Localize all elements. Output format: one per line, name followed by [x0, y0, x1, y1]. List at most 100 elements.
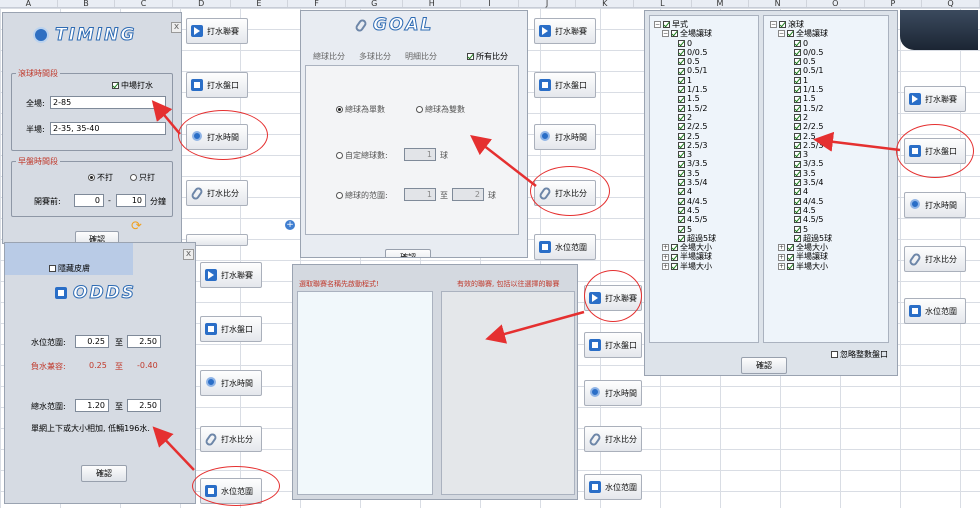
total-to-input[interactable]: 2.50 — [127, 399, 161, 412]
ratio-button-5[interactable]: 打水比分 — [584, 426, 642, 452]
range-button-5[interactable]: 水位范圍 — [584, 474, 642, 500]
tab-detail-score[interactable]: 明細比分 — [405, 51, 437, 62]
league-button[interactable]: 打水聯賽 — [186, 18, 248, 44]
tree-leaf[interactable]: 0.5/1 — [654, 66, 716, 75]
tree-leaf[interactable]: 5 — [770, 225, 832, 234]
goal-ok-button[interactable]: 確認 — [385, 249, 431, 257]
range-button-2[interactable]: 水位范圍 — [534, 234, 596, 260]
tree-leaf[interactable]: 0.5/1 — [770, 66, 832, 75]
tree-leaf[interactable]: 0.5 — [654, 57, 716, 66]
tree-leaf[interactable]: 0 — [654, 39, 716, 48]
tree-leaf[interactable]: 3/3.5 — [654, 159, 716, 168]
tree-leaf[interactable]: 4/4.5 — [654, 197, 716, 206]
tree-leaf[interactable]: 2 — [770, 113, 832, 122]
before-to-input[interactable]: 10 — [116, 194, 146, 207]
custom-ball-input[interactable]: 1 — [404, 148, 436, 161]
all-score-checkbox[interactable]: 所有比分 — [467, 51, 508, 62]
tree-leaf[interactable]: 超過5球 — [770, 234, 832, 243]
tree-leaf[interactable]: 3 — [654, 150, 716, 159]
tree-leaf[interactable]: 2/2.5 — [654, 122, 716, 131]
halftime-checkbox[interactable]: 中場打水 — [112, 80, 153, 91]
tree-leaf[interactable]: 3 — [770, 150, 832, 159]
tree-node[interactable]: + 半場讓球 — [654, 252, 716, 261]
tree-leaf[interactable]: 1.5 — [770, 94, 832, 103]
tree-leaf[interactable]: 0 — [770, 39, 832, 48]
league-button-2[interactable]: 打水聯賽 — [534, 18, 596, 44]
tree-leaf[interactable]: 1.5 — [654, 94, 716, 103]
tree-leaf[interactable]: 4.5/5 — [654, 215, 716, 224]
tree-leaf[interactable]: 1/1.5 — [770, 85, 832, 94]
even-radio[interactable]: 總球為雙數 — [416, 104, 465, 115]
tree-node[interactable]: + 半場大小 — [770, 262, 832, 271]
league-source-list[interactable] — [297, 291, 433, 495]
time-button-4[interactable]: 打水時間 — [200, 370, 262, 396]
tree-leaf[interactable]: 2 — [654, 113, 716, 122]
expand-icon[interactable]: + — [662, 262, 669, 270]
time-button-2[interactable]: 打水時間 — [534, 124, 596, 150]
tree-leaf[interactable]: 4 — [770, 187, 832, 196]
handicap-button[interactable]: 打水盤口 — [186, 72, 248, 98]
handicap-button-2[interactable]: 打水盤口 — [534, 72, 596, 98]
tree-leaf[interactable]: 4.5/5 — [770, 215, 832, 224]
half-time-input[interactable]: 2-35, 35-40 — [50, 122, 166, 135]
tree-leaf[interactable]: 1 — [770, 76, 832, 85]
range-radio[interactable]: 總球的范圍: — [336, 190, 388, 201]
collapse-icon[interactable]: − — [778, 30, 785, 38]
odds-ok-button[interactable]: 確認 — [81, 465, 127, 482]
ratio-button-4[interactable]: 打水比分 — [200, 426, 262, 452]
time-button-3[interactable]: 打水時間 — [904, 192, 966, 218]
water-to-input[interactable]: 2.50 — [127, 335, 161, 348]
expand-icon[interactable]: + — [662, 253, 669, 261]
tree-leaf[interactable]: 4 — [654, 187, 716, 196]
league-button-4[interactable]: 打水聯賽 — [200, 262, 262, 288]
tree-leaf[interactable]: 1 — [654, 76, 716, 85]
tree-leaf[interactable]: 2.5/3 — [770, 141, 832, 150]
full-time-input[interactable]: 2-85 — [50, 96, 166, 109]
tree-node[interactable]: + 半場大小 — [654, 262, 716, 271]
close-icon[interactable]: x — [183, 249, 194, 260]
tab-multi-score[interactable]: 多球比分 — [359, 51, 391, 62]
tree-leaf[interactable]: 0/0.5 — [770, 48, 832, 57]
odd-radio[interactable]: 總球為單數 — [336, 104, 385, 115]
water-from-input[interactable]: 0.25 — [75, 335, 109, 348]
ignore-integer-checkbox[interactable]: 忽略整數盤口 — [831, 349, 888, 360]
ratio-button[interactable]: 打水比分 — [186, 180, 248, 206]
league-button-3[interactable]: 打水聯賽 — [904, 86, 966, 112]
tree-leaf[interactable]: 2.5/3 — [654, 141, 716, 150]
total-from-input[interactable]: 1.20 — [75, 399, 109, 412]
tree-leaf[interactable]: 1.5/2 — [654, 104, 716, 113]
handicap-button-4[interactable]: 打水盤口 — [200, 316, 262, 342]
tree-leaf[interactable]: 2.5 — [654, 132, 716, 141]
collapse-icon[interactable]: − — [654, 21, 661, 29]
custom-radio[interactable]: 自定總球數: — [336, 150, 388, 161]
collapse-icon[interactable]: − — [662, 30, 669, 38]
tree-root[interactable]: − 早式 — [654, 20, 716, 29]
range-from-input[interactable]: 1 — [404, 188, 436, 201]
close-icon[interactable]: x — [171, 22, 181, 33]
league-selected-list[interactable] — [441, 291, 575, 495]
tree-leaf[interactable]: 3.5/4 — [770, 178, 832, 187]
time-button-5[interactable]: 打水時間 — [584, 380, 642, 406]
tree-leaf[interactable]: 4.5 — [654, 206, 716, 215]
tree-leaf[interactable]: 1/1.5 — [654, 85, 716, 94]
tree-leaf[interactable]: 2.5 — [770, 132, 832, 141]
tree-leaf[interactable]: 0/0.5 — [654, 48, 716, 57]
only-bet-radio[interactable]: 只打 — [130, 172, 155, 183]
tree-leaf[interactable]: 4/4.5 — [770, 197, 832, 206]
expand-icon[interactable]: + — [662, 244, 669, 252]
refresh-icon[interactable]: ⟳ — [131, 219, 142, 234]
before-from-input[interactable]: 0 — [74, 194, 104, 207]
ratio-button-3[interactable]: 打水比分 — [904, 246, 966, 272]
tab-total-score[interactable]: 總球比分 — [313, 51, 345, 62]
tree-leaf[interactable]: 5 — [654, 225, 716, 234]
tree-leaf[interactable]: 2/2.5 — [770, 122, 832, 131]
tree-leaf[interactable]: 3.5/4 — [654, 178, 716, 187]
add-icon[interactable]: + — [285, 220, 295, 230]
expand-icon[interactable]: + — [778, 244, 785, 252]
tree-node[interactable]: − 全場讓球 — [654, 29, 716, 38]
tree-leaf[interactable]: 0.5 — [770, 57, 832, 66]
tree-leaf[interactable]: 超過5球 — [654, 234, 716, 243]
tree-node[interactable]: − 全場讓球 — [770, 29, 832, 38]
collapse-icon[interactable]: − — [770, 21, 777, 29]
tree-leaf[interactable]: 1.5/2 — [770, 104, 832, 113]
